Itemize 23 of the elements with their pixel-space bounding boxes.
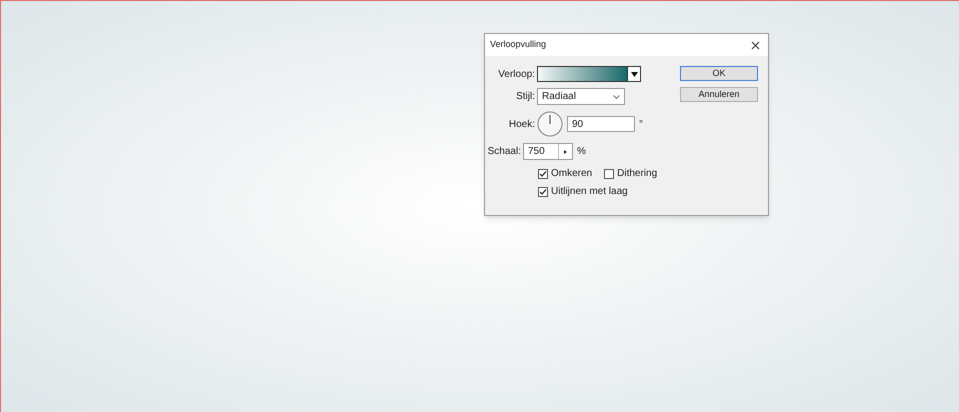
style-label: Stijl:: [515, 90, 536, 104]
checkbox[interactable]: Dithering: [604, 166, 658, 181]
degree-unit: °: [639, 118, 643, 132]
ok-button[interactable]: OK: [680, 66, 758, 81]
checkbox[interactable]: Omkeren: [538, 166, 592, 181]
checkmark-icon: [539, 170, 547, 178]
scale-field[interactable]: 750: [523, 143, 573, 160]
gradient-label: Verloop:: [497, 68, 536, 82]
checkbox[interactable]: Uitlijnen met laag: [538, 184, 670, 199]
angle-label: Hoek:: [508, 118, 536, 132]
gradient-picker[interactable]: [537, 66, 641, 82]
cancel-button[interactable]: Annuleren: [680, 87, 758, 102]
angle-field[interactable]: 90: [567, 116, 635, 132]
style-dropdown[interactable]: Radiaal: [537, 88, 625, 105]
percent-unit: %: [577, 145, 586, 159]
arrow-icon: [564, 150, 567, 154]
window-title: Verloopvulling: [490, 38, 546, 52]
checkmark-icon: [539, 188, 547, 196]
chevron-icon: [613, 94, 620, 98]
scale-label: Schaal:: [486, 145, 522, 159]
angle-dial-icon[interactable]: [537, 111, 563, 137]
caret-icon: [627, 67, 640, 81]
close-icon: [750, 40, 760, 50]
